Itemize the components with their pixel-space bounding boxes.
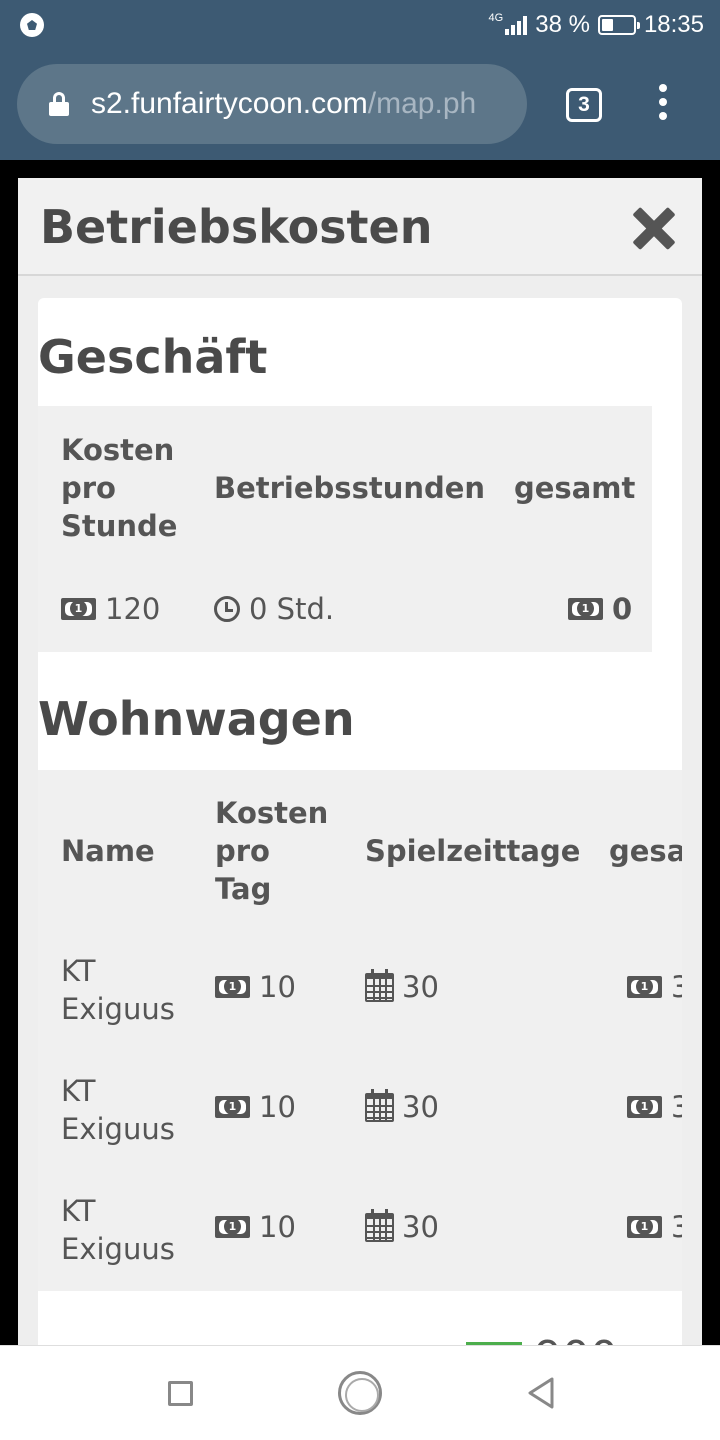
days-cell: 30 xyxy=(365,1088,439,1124)
caravan-total-cell: 300 xyxy=(627,1090,682,1124)
cost-per-hour-cell: 120 xyxy=(61,592,160,626)
caravan-total-cell: 300 xyxy=(627,1210,682,1244)
days-cell: 30 xyxy=(365,968,439,1004)
cost-per-day-value: 10 xyxy=(259,1090,296,1124)
signal-icon xyxy=(505,15,528,35)
dialog-content: Geschäft Kosten pro Stunde Betriebsstund… xyxy=(38,298,682,1348)
clock-time: 18:35 xyxy=(643,11,704,38)
operating-costs-dialog: Betriebskosten Geschäft Kosten pro Stund… xyxy=(18,178,702,1348)
recent-apps-icon[interactable] xyxy=(168,1381,193,1406)
cost-per-day-cell: 10 xyxy=(215,970,296,1004)
cost-per-hour-value: 120 xyxy=(105,592,161,626)
caravan-name: KT Exiguus xyxy=(61,954,175,1026)
header-total: gesamt xyxy=(609,834,682,868)
caravan-total-value: 300 xyxy=(671,1210,682,1244)
hours-cell: 0 Std. xyxy=(214,592,334,626)
calendar-icon xyxy=(365,968,394,1002)
url-host: s2.funfairtycoon.com xyxy=(91,87,368,120)
cost-per-day-cell: 10 xyxy=(215,1090,296,1124)
caravan-total-value: 300 xyxy=(671,1090,682,1124)
url-path: /map.ph xyxy=(367,87,477,120)
battery-percent: 38 % xyxy=(535,11,590,38)
home-icon[interactable] xyxy=(338,1371,382,1415)
browser-toolbar: s2.funfairtycoon.com/map.ph 3 xyxy=(0,50,720,160)
clock-icon xyxy=(214,596,240,622)
tab-switcher-button[interactable]: 3 xyxy=(566,88,602,122)
network-type: 4G xyxy=(488,11,504,24)
lock-icon xyxy=(49,92,69,116)
calendar-icon xyxy=(365,1088,394,1122)
status-bar: 4G 38 % 18:35 xyxy=(0,0,720,50)
caravan-total-cell: 300 xyxy=(627,970,682,1004)
money-icon xyxy=(627,1096,662,1118)
calendar-icon xyxy=(365,1208,394,1242)
money-icon xyxy=(627,1216,662,1238)
money-icon xyxy=(215,976,250,998)
days-value: 30 xyxy=(402,970,439,1004)
money-icon xyxy=(215,1216,250,1238)
money-icon xyxy=(215,1096,250,1118)
shop-cost-table: Kosten pro Stunde Betriebsstunden gesamt… xyxy=(38,406,652,652)
dialog-title: Betriebskosten xyxy=(40,200,433,254)
back-icon[interactable] xyxy=(524,1376,558,1410)
caravan-cost-table: Name Kosten pro Tag Spielzeittage gesamt… xyxy=(38,770,682,1291)
shop-total-cell: 0 xyxy=(568,592,632,626)
url-text[interactable]: s2.funfairtycoon.com/map.ph xyxy=(91,87,476,121)
days-value: 30 xyxy=(402,1090,439,1124)
header-play-days: Spielzeittage xyxy=(365,834,581,868)
cost-per-day-value: 10 xyxy=(259,970,296,1004)
dialog-header: Betriebskosten xyxy=(18,178,702,276)
caravan-name: KT Exiguus xyxy=(61,1194,175,1266)
address-bar[interactable]: s2.funfairtycoon.com/map.ph xyxy=(17,64,527,144)
cost-per-day-value: 10 xyxy=(259,1210,296,1244)
header-cost-per-day: Kosten pro Tag xyxy=(215,796,329,906)
days-cell: 30 xyxy=(365,1208,439,1244)
header-cost-per-hour: Kosten pro Stunde xyxy=(61,433,178,543)
shop-heading: Geschäft xyxy=(38,330,268,384)
money-icon xyxy=(61,598,96,620)
header-total: gesamt xyxy=(514,471,636,505)
money-icon xyxy=(568,598,603,620)
money-icon xyxy=(627,976,662,998)
close-icon[interactable] xyxy=(632,206,676,250)
overflow-menu-icon[interactable] xyxy=(648,84,678,126)
header-operating-hours: Betriebsstunden xyxy=(214,471,486,505)
soccer-ball-icon xyxy=(20,13,44,37)
days-value: 30 xyxy=(402,1210,439,1244)
caravans-heading: Wohnwagen xyxy=(38,692,355,746)
cost-per-day-cell: 10 xyxy=(215,1210,296,1244)
shop-total-value: 0 xyxy=(612,592,633,626)
caravan-name: KT Exiguus xyxy=(61,1074,175,1146)
caravan-total-value: 300 xyxy=(671,970,682,1004)
header-name: Name xyxy=(61,834,155,868)
hours-value: 0 Std. xyxy=(249,592,335,626)
navigation-bar xyxy=(0,1345,720,1440)
battery-icon xyxy=(597,15,640,35)
